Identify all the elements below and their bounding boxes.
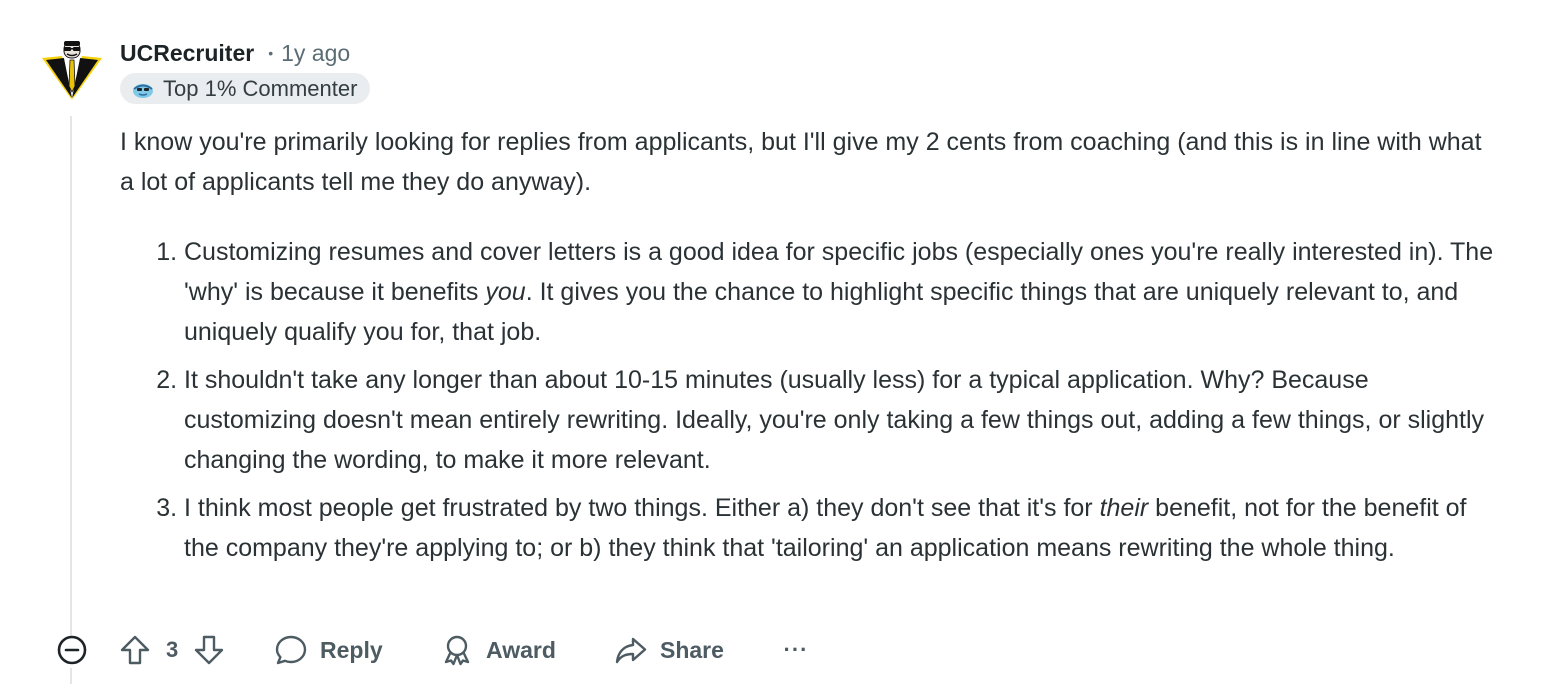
share-label: Share (660, 636, 724, 663)
collapse-icon (57, 635, 87, 665)
reply-label: Reply (320, 636, 383, 663)
share-icon (615, 637, 647, 664)
list-item-text: I think most people get frustrated by tw… (184, 494, 1100, 522)
timestamp[interactable]: 1y ago (281, 40, 350, 67)
thread-line-continuation[interactable] (70, 668, 72, 684)
comment-intro: I know you're primarily looking for repl… (120, 128, 1482, 196)
vote-controls: 3 (118, 630, 226, 670)
upvote-button[interactable] (118, 633, 152, 667)
list-item: Customizing resumes and cover letters is… (184, 232, 1500, 352)
award-icon (444, 635, 470, 666)
emphasis-text: you (485, 278, 526, 306)
vote-count: 3 (166, 637, 179, 662)
award-button[interactable]: Award (440, 630, 556, 670)
list-item: I think most people get frustrated by tw… (184, 488, 1500, 568)
downvote-icon (195, 635, 224, 665)
avatar[interactable] (40, 38, 104, 102)
thread-line[interactable] (70, 116, 72, 636)
more-options-icon: ··· (783, 637, 809, 662)
meta-separator: • (268, 45, 274, 61)
list-item-text: It shouldn't take any longer than about … (184, 366, 1485, 474)
share-button[interactable]: Share (614, 630, 724, 670)
reply-button[interactable]: Reply (274, 630, 383, 670)
flair-label: Top 1% Commenter (163, 75, 358, 101)
downvote-button[interactable] (192, 633, 226, 667)
more-options-button[interactable]: ··· (780, 636, 812, 664)
comment-list: Customizing resumes and cover letters is… (120, 232, 1500, 568)
list-item: It shouldn't take any longer than about … (184, 360, 1500, 480)
avatar-icon (42, 41, 102, 100)
award-label: Award (486, 636, 556, 663)
upvote-icon (120, 635, 150, 665)
comment-body: I know you're primarily looking for repl… (120, 122, 1500, 576)
author-name[interactable]: UCRecruiter (120, 40, 254, 67)
commenter-badge-icon (133, 83, 153, 98)
emphasis-text: their (1099, 494, 1149, 522)
user-flair: Top 1% Commenter (120, 73, 371, 104)
comment-header: UCRecruiter • 1y ago (120, 36, 350, 70)
collapse-thread-button[interactable] (54, 632, 90, 668)
comment-bubble-icon (275, 635, 307, 665)
